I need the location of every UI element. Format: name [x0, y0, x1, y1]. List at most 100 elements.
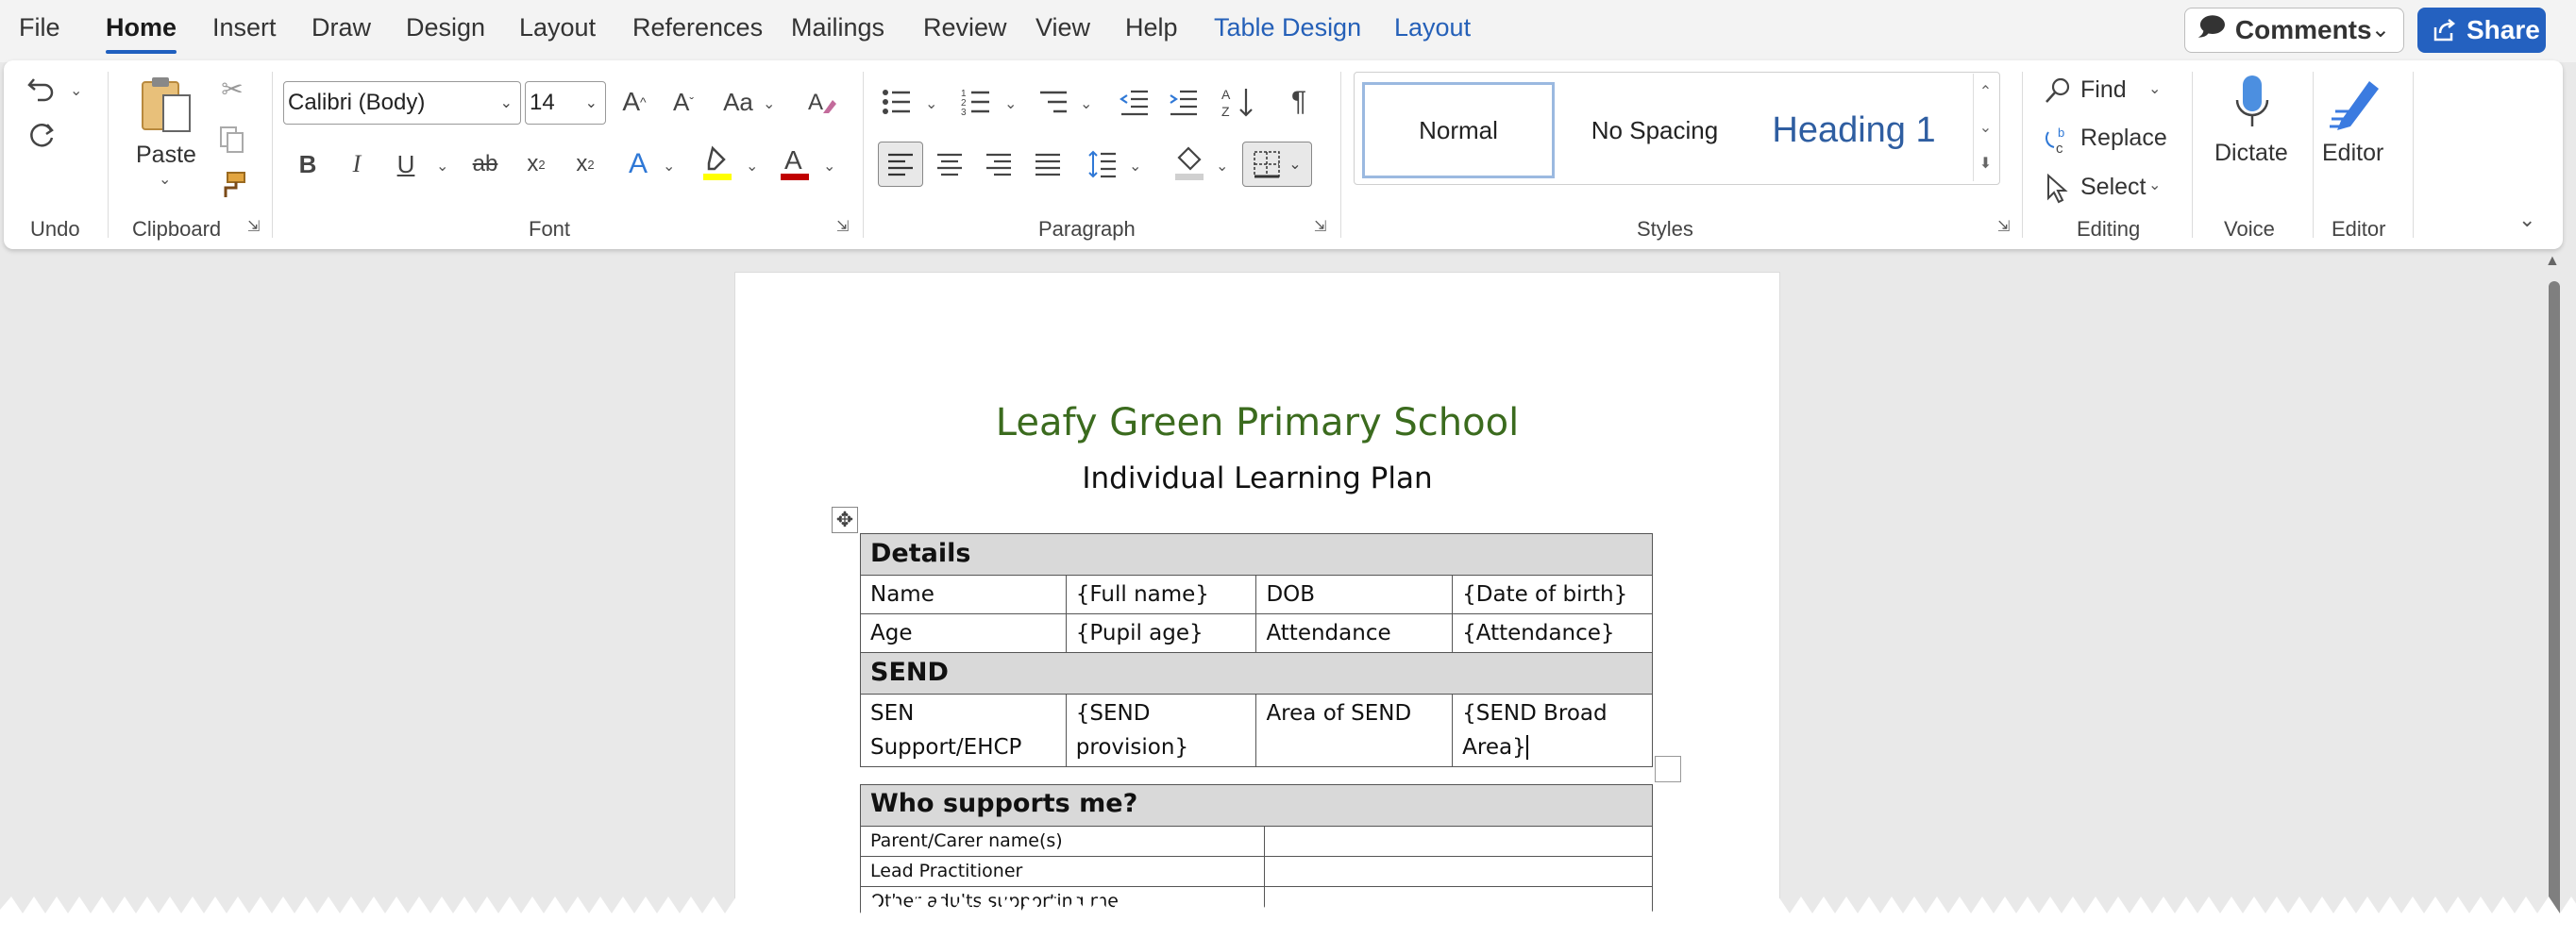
shading-dropdown-icon[interactable]: ⌄ — [1216, 157, 1228, 176]
table-cell[interactable]: Attendance — [1255, 613, 1454, 653]
highlight-dropdown-icon[interactable]: ⌄ — [746, 157, 758, 176]
line-spacing-icon[interactable] — [1082, 143, 1123, 185]
details-header[interactable]: Details — [860, 533, 1653, 576]
table-cell[interactable] — [1263, 856, 1654, 887]
select-dropdown-icon[interactable]: ⌄ — [2148, 176, 2161, 194]
table-move-handle-icon[interactable]: ✥ — [832, 507, 858, 533]
paste-dropdown-icon[interactable]: ⌄ — [159, 170, 171, 189]
table-cell[interactable]: SEN Support/EHCP — [860, 694, 1067, 767]
search-icon[interactable] — [2041, 74, 2075, 108]
align-right-icon[interactable] — [978, 143, 1019, 185]
show-formatting-marks-icon[interactable]: ¶ — [1280, 83, 1318, 121]
send-header[interactable]: SEND — [860, 652, 1653, 695]
change-case-dropdown-icon[interactable]: ⌄ — [763, 94, 775, 113]
sort-icon[interactable]: AZ — [1218, 81, 1259, 123]
superscript-icon[interactable]: x2 — [566, 145, 604, 183]
undo-dropdown-icon[interactable]: ⌄ — [70, 81, 82, 100]
paragraph-launcher-icon[interactable]: ⇲ — [1314, 219, 1331, 236]
shading-icon[interactable] — [1169, 142, 1210, 185]
tab-layout[interactable]: Layout — [519, 13, 596, 42]
table-cell[interactable]: Area of SEND — [1255, 694, 1454, 767]
format-painter-icon[interactable] — [215, 168, 249, 202]
copy-icon[interactable] — [215, 123, 249, 157]
undo-icon[interactable] — [23, 70, 60, 108]
paste-label[interactable]: Paste — [136, 142, 196, 169]
text-effects-dropdown-icon[interactable]: ⌄ — [663, 157, 675, 176]
select-button[interactable]: Select — [2080, 174, 2146, 201]
table-cell[interactable]: {Attendance} — [1452, 613, 1653, 653]
editor-pen-icon[interactable] — [2324, 70, 2392, 138]
style-no-spacing[interactable]: No Spacing — [1560, 82, 1749, 178]
italic-icon[interactable]: I — [340, 145, 374, 183]
bullets-dropdown-icon[interactable]: ⌄ — [925, 94, 937, 113]
paste-icon[interactable] — [134, 74, 196, 136]
vertical-scrollbar[interactable]: ▲ — [2545, 253, 2564, 923]
text-effects-icon[interactable]: A — [619, 145, 657, 183]
justify-icon[interactable] — [1027, 143, 1069, 185]
find-dropdown-icon[interactable]: ⌄ — [2148, 79, 2161, 98]
bullets-icon[interactable] — [878, 83, 916, 121]
replace-button[interactable]: Replace — [2080, 125, 2167, 152]
support-header[interactable]: Who supports me? — [860, 784, 1653, 827]
style-normal[interactable]: Normal — [1362, 82, 1555, 178]
styles-launcher-icon[interactable]: ⇲ — [1997, 219, 2014, 236]
underline-dropdown-icon[interactable]: ⌄ — [436, 157, 448, 176]
table-cell[interactable]: Parent/Carer name(s) — [860, 826, 1265, 857]
numbering-dropdown-icon[interactable]: ⌄ — [1004, 94, 1017, 113]
tab-design[interactable]: Design — [406, 13, 485, 42]
table-cell[interactable]: {SEND Broad Area} — [1452, 694, 1653, 767]
borders-button[interactable]: ⌄ — [1242, 142, 1312, 187]
font-name-select[interactable]: Calibri (Body) ⌄ — [283, 81, 521, 125]
font-size-select[interactable]: 14 ⌄ — [525, 81, 606, 125]
microphone-icon[interactable] — [2224, 70, 2281, 138]
table-cell[interactable]: {SEND provision} — [1065, 694, 1257, 767]
gallery-scroll-down-icon[interactable]: ⌄ — [1973, 109, 1997, 145]
collapse-ribbon-icon[interactable]: ⌄ — [2518, 208, 2535, 232]
decrease-indent-icon[interactable] — [1116, 83, 1153, 121]
scroll-up-arrow-icon[interactable]: ▲ — [2545, 253, 2560, 270]
table-cell[interactable]: Lead Practitioner — [860, 856, 1265, 887]
align-center-icon[interactable] — [929, 143, 970, 185]
gallery-more-icon[interactable]: ⬇ — [1973, 145, 1997, 181]
bold-icon[interactable]: B — [291, 145, 325, 183]
tab-view[interactable]: View — [1035, 13, 1090, 42]
cut-icon[interactable]: ✂ — [215, 72, 249, 106]
table-cell[interactable]: {Full name} — [1065, 575, 1257, 614]
line-spacing-dropdown-icon[interactable]: ⌄ — [1129, 157, 1141, 176]
tab-insert[interactable]: Insert — [212, 13, 277, 42]
strikethrough-icon[interactable]: ab — [466, 145, 504, 183]
dictate-button[interactable]: Dictate — [2214, 140, 2288, 167]
document-page[interactable]: Leafy Green Primary School Individual Le… — [734, 272, 1780, 938]
align-left-icon[interactable] — [878, 142, 923, 187]
shrink-font-icon[interactable]: Aˇ — [666, 83, 700, 121]
font-color-dropdown-icon[interactable]: ⌄ — [823, 157, 835, 176]
table-cell[interactable]: {Date of birth} — [1452, 575, 1653, 614]
tab-mailings[interactable]: Mailings — [791, 13, 884, 42]
table-cell[interactable] — [1263, 826, 1654, 857]
highlight-color-icon[interactable] — [699, 142, 736, 185]
comments-button[interactable]: 🗩 Comments ⌄ — [2184, 8, 2404, 53]
multilevel-dropdown-icon[interactable]: ⌄ — [1080, 94, 1092, 113]
style-heading-1[interactable]: Heading 1 — [1755, 82, 1953, 178]
font-launcher-icon[interactable]: ⇲ — [836, 219, 853, 236]
multilevel-list-icon[interactable] — [1035, 83, 1072, 121]
underline-icon[interactable]: U — [389, 145, 423, 183]
clear-formatting-icon[interactable]: A — [802, 83, 840, 121]
tab-file[interactable]: File — [19, 13, 60, 42]
tab-draw[interactable]: Draw — [311, 13, 371, 42]
table-resize-handle[interactable] — [1655, 756, 1681, 782]
replace-icon[interactable]: bc — [2041, 123, 2075, 157]
tab-references[interactable]: References — [632, 13, 763, 42]
redo-icon[interactable] — [23, 117, 60, 155]
table-cell[interactable]: Age — [860, 613, 1067, 653]
table-cell[interactable]: Name — [860, 575, 1067, 614]
tab-table-layout[interactable]: Layout — [1394, 13, 1471, 42]
subscript-icon[interactable]: x2 — [517, 145, 555, 183]
tab-table-design[interactable]: Table Design — [1214, 13, 1361, 42]
change-case-icon[interactable]: Aa — [717, 83, 759, 121]
find-button[interactable]: Find — [2080, 76, 2127, 104]
tab-home[interactable]: Home — [106, 13, 177, 54]
tab-help[interactable]: Help — [1125, 13, 1178, 42]
share-button[interactable]: Share — [2417, 8, 2546, 53]
font-color-icon[interactable]: A — [776, 142, 814, 185]
